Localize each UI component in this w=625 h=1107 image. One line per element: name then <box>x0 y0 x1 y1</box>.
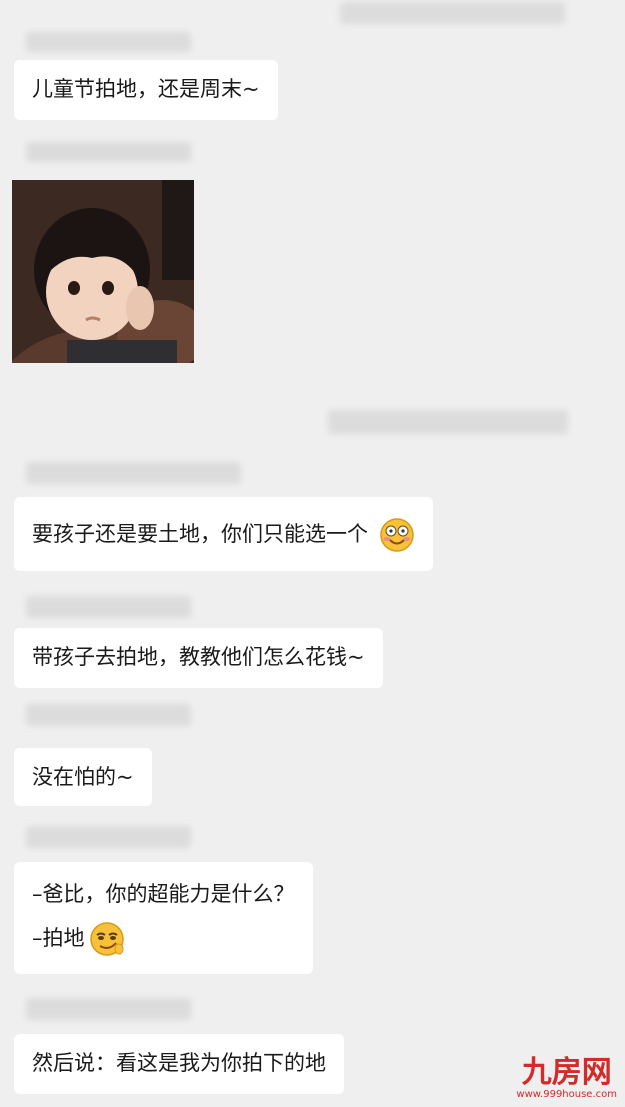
chat-message-bubble[interactable]: 然后说：看这是我为你拍下的地 <box>14 1034 344 1094</box>
message-text: –爸比，你的超能力是什么？ <box>32 882 295 906</box>
watermark-logo: 九房网 <box>521 1055 612 1090</box>
chat-image-message[interactable] <box>12 180 194 363</box>
message-text: 没在怕的~ <box>32 765 134 789</box>
blushing-smile-emoji-icon <box>379 518 414 552</box>
blurred-sender-name <box>26 826 191 848</box>
site-watermark: 九房网 www.999house.com <box>516 1057 617 1101</box>
message-text: 然后说：看这是我为你拍下的地 <box>32 1051 326 1075</box>
message-text: 带孩子去拍地，教教他们怎么花钱~ <box>32 645 365 669</box>
child-photo-icon <box>12 180 194 363</box>
smug-grin-emoji-icon <box>89 922 124 956</box>
blurred-sender-name <box>26 596 191 618</box>
blurred-sender-name <box>26 142 191 162</box>
chat-message-bubble[interactable]: 带孩子去拍地，教教他们怎么花钱~ <box>14 628 383 688</box>
chat-message-bubble[interactable]: 要孩子还是要土地，你们只能选一个 <box>14 497 433 571</box>
chat-message-bubble[interactable]: –爸比，你的超能力是什么？ –拍地 <box>14 862 313 974</box>
blurred-timestamp <box>328 410 568 434</box>
blurred-sender-name <box>26 998 191 1020</box>
blurred-sender-name <box>26 462 241 484</box>
watermark-url: www.999house.com <box>516 1089 617 1100</box>
chat-message-bubble[interactable]: 没在怕的~ <box>14 748 152 806</box>
blurred-sender-name <box>26 32 191 52</box>
message-text: 要孩子还是要土地，你们只能选一个 <box>32 522 368 546</box>
blurred-sender-name <box>26 704 191 726</box>
blurred-timestamp <box>340 2 565 24</box>
chat-message-bubble[interactable]: 儿童节拍地，还是周末~ <box>14 60 278 120</box>
message-text: –拍地 <box>32 926 85 950</box>
message-text: 儿童节拍地，还是周末~ <box>32 77 260 101</box>
